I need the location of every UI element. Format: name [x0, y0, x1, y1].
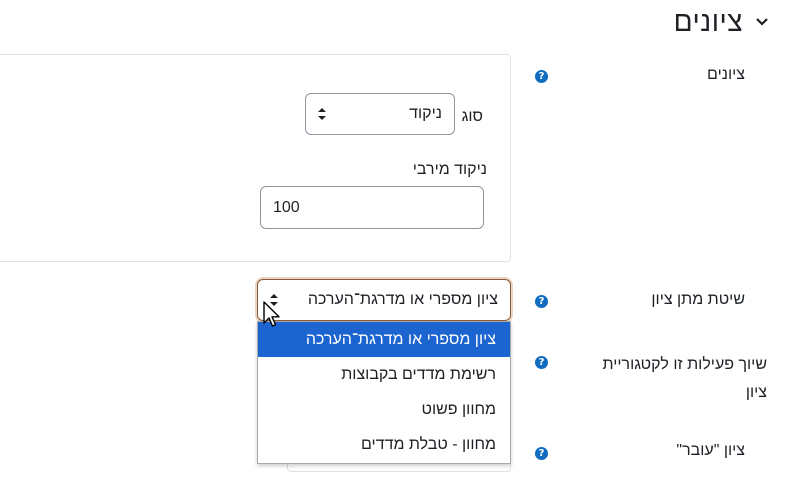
- grades-label: ציונים: [707, 66, 745, 83]
- pass-grade-help-icon[interactable]: ?: [535, 447, 548, 460]
- grade-method-value: ציון מספרי או מדרגת־הערכה: [307, 291, 498, 308]
- dropdown-option[interactable]: מחוון פשוט: [258, 392, 510, 427]
- grade-category-label-line2: ציון: [745, 384, 767, 401]
- mouse-cursor-icon: [263, 301, 280, 327]
- chevron-down-icon[interactable]: [755, 15, 769, 29]
- grade-method-select[interactable]: ציון מספרי או מדרגת־הערכה: [257, 279, 511, 321]
- max-points-value: 100: [273, 198, 300, 216]
- grade-type-select[interactable]: ניקוד: [305, 93, 455, 135]
- dropdown-option[interactable]: רשימת מדדים בקבוצות: [258, 357, 510, 392]
- pass-grade-label: ציון "עובר": [676, 442, 745, 459]
- section-header[interactable]: ציונים: [674, 6, 769, 38]
- select-arrows-icon: [318, 108, 326, 120]
- grade-method-help-icon[interactable]: ?: [535, 295, 548, 308]
- grade-category-label: שיוך פעילות זו לקטגוריית ציון: [602, 351, 767, 407]
- max-points-label: ניקוד מירבי: [412, 161, 487, 178]
- grade-fieldset: סוג ניקוד ניקוד מירבי 100: [0, 54, 511, 262]
- grade-method-label: שיטת מתן ציון: [651, 291, 745, 308]
- grade-category-label-line1: שיוך פעילות זו לקטגוריית: [602, 356, 767, 373]
- grade-category-help-icon[interactable]: ?: [535, 356, 548, 369]
- max-points-input[interactable]: 100: [260, 186, 484, 229]
- dropdown-option[interactable]: ציון מספרי או מדרגת־הערכה: [258, 322, 510, 357]
- dropdown-option[interactable]: מחוון - טבלת מדדים: [258, 427, 510, 462]
- section-title: ציונים: [673, 6, 743, 37]
- grade-type-label: סוג: [461, 108, 483, 125]
- grade-method-dropdown[interactable]: ציון מספרי או מדרגת־הערכה רשימת מדדים בק…: [257, 321, 511, 464]
- grade-type-value: ניקוד: [409, 105, 442, 122]
- grades-help-icon[interactable]: ?: [535, 70, 548, 83]
